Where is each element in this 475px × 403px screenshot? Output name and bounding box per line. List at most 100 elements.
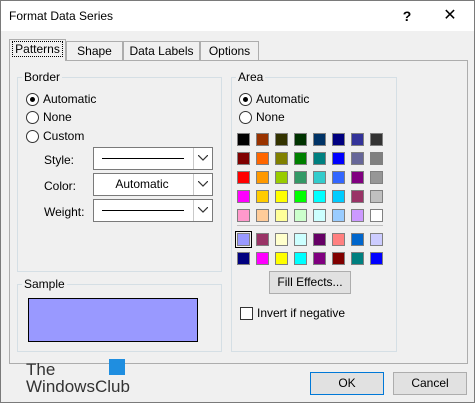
radio-indicator bbox=[26, 130, 39, 143]
color-swatch[interactable] bbox=[237, 252, 250, 265]
title-bar: Format Data Series ? ✕ bbox=[1, 1, 474, 31]
color-swatch[interactable] bbox=[370, 152, 383, 165]
color-swatch[interactable] bbox=[294, 171, 307, 184]
radio-indicator bbox=[239, 111, 252, 124]
color-swatch[interactable] bbox=[370, 190, 383, 203]
color-swatch[interactable] bbox=[313, 190, 326, 203]
area-group-title: Area bbox=[236, 70, 266, 84]
color-swatch[interactable] bbox=[256, 233, 269, 246]
color-swatch[interactable] bbox=[294, 152, 307, 165]
color-swatch[interactable] bbox=[332, 209, 345, 222]
color-value: Automatic bbox=[115, 177, 169, 191]
color-swatch[interactable] bbox=[351, 252, 364, 265]
line-style-preview bbox=[102, 158, 184, 159]
style-label: Style: bbox=[44, 153, 75, 167]
color-swatch[interactable] bbox=[313, 209, 326, 222]
color-swatch[interactable] bbox=[351, 133, 364, 146]
color-swatch[interactable] bbox=[332, 171, 345, 184]
color-swatch[interactable] bbox=[351, 171, 364, 184]
color-swatch[interactable] bbox=[237, 171, 250, 184]
color-swatch[interactable] bbox=[351, 209, 364, 222]
color-swatch[interactable] bbox=[256, 133, 269, 146]
windowsclub-logo-icon bbox=[109, 359, 125, 375]
cancel-button[interactable]: Cancel bbox=[393, 372, 467, 395]
chevron-down-icon[interactable] bbox=[193, 174, 212, 195]
area-automatic-label: Automatic bbox=[256, 92, 310, 106]
color-swatch[interactable] bbox=[275, 152, 288, 165]
color-swatch[interactable] bbox=[256, 171, 269, 184]
border-none-label: None bbox=[43, 110, 72, 124]
close-button[interactable]: ✕ bbox=[439, 5, 461, 27]
color-swatch[interactable] bbox=[332, 152, 345, 165]
logo-line2: WindowsClub bbox=[26, 377, 130, 396]
color-swatch[interactable] bbox=[237, 209, 250, 222]
weight-dropdown[interactable] bbox=[93, 199, 213, 222]
radio-indicator bbox=[26, 93, 39, 106]
tab-patterns-label: Patterns bbox=[12, 41, 63, 57]
color-swatch[interactable] bbox=[275, 190, 288, 203]
color-swatch[interactable] bbox=[294, 233, 307, 246]
sample-group-title: Sample bbox=[22, 277, 67, 291]
tab-options[interactable]: Options bbox=[200, 41, 259, 60]
line-weight-preview bbox=[102, 210, 184, 211]
palette-divider bbox=[237, 225, 383, 226]
window-title: Format Data Series bbox=[9, 9, 114, 23]
color-swatch[interactable] bbox=[256, 252, 269, 265]
sample-preview bbox=[28, 298, 198, 342]
color-swatch[interactable] bbox=[351, 190, 364, 203]
chevron-down-icon[interactable] bbox=[193, 200, 212, 221]
color-swatch[interactable] bbox=[351, 233, 364, 246]
color-swatch[interactable] bbox=[332, 233, 345, 246]
color-swatch[interactable] bbox=[237, 133, 250, 146]
color-swatch[interactable] bbox=[294, 252, 307, 265]
border-automatic-label: Automatic bbox=[43, 92, 97, 106]
help-button[interactable]: ? bbox=[396, 5, 418, 27]
checkbox-indicator bbox=[240, 307, 253, 320]
border-group-title: Border bbox=[22, 70, 63, 84]
dialog-window: Format Data Series ? ✕ Patterns Shape Da… bbox=[0, 0, 475, 403]
color-swatch[interactable] bbox=[275, 171, 288, 184]
color-swatch[interactable] bbox=[370, 171, 383, 184]
color-swatch[interactable] bbox=[313, 252, 326, 265]
color-swatch[interactable] bbox=[275, 133, 288, 146]
ok-button[interactable]: OK bbox=[310, 372, 384, 395]
color-swatch[interactable] bbox=[313, 152, 326, 165]
color-swatch[interactable] bbox=[313, 133, 326, 146]
color-swatch[interactable] bbox=[294, 190, 307, 203]
radio-indicator bbox=[26, 111, 39, 124]
color-swatch[interactable] bbox=[351, 152, 364, 165]
fill-effects-button[interactable]: Fill Effects... bbox=[269, 271, 351, 294]
color-swatch[interactable] bbox=[256, 209, 269, 222]
border-custom-label: Custom bbox=[43, 129, 85, 143]
tab-patterns[interactable]: Patterns bbox=[9, 39, 66, 61]
color-swatch[interactable] bbox=[294, 209, 307, 222]
color-swatch[interactable] bbox=[370, 133, 383, 146]
invert-if-negative-label: Invert if negative bbox=[257, 306, 346, 320]
style-dropdown[interactable] bbox=[93, 147, 213, 170]
color-swatch[interactable] bbox=[275, 209, 288, 222]
radio-indicator bbox=[239, 93, 252, 106]
color-swatch[interactable] bbox=[370, 252, 383, 265]
tab-data-labels[interactable]: Data Labels bbox=[123, 41, 200, 60]
color-swatch[interactable] bbox=[332, 190, 345, 203]
color-swatch[interactable] bbox=[332, 133, 345, 146]
color-swatch[interactable] bbox=[237, 190, 250, 203]
color-label: Color: bbox=[44, 179, 77, 193]
area-none-label: None bbox=[256, 110, 285, 124]
color-swatch[interactable] bbox=[294, 133, 307, 146]
color-swatch[interactable] bbox=[256, 190, 269, 203]
color-swatch[interactable] bbox=[275, 233, 288, 246]
color-swatch[interactable] bbox=[332, 252, 345, 265]
color-swatch[interactable] bbox=[313, 233, 326, 246]
color-swatch[interactable] bbox=[235, 231, 252, 248]
tab-shape[interactable]: Shape bbox=[66, 41, 123, 60]
color-swatch[interactable] bbox=[275, 252, 288, 265]
color-swatch[interactable] bbox=[237, 152, 250, 165]
color-swatch[interactable] bbox=[370, 233, 383, 246]
color-swatch[interactable] bbox=[370, 209, 383, 222]
color-swatch[interactable] bbox=[256, 152, 269, 165]
color-swatch[interactable] bbox=[313, 171, 326, 184]
weight-label: Weight: bbox=[44, 205, 85, 219]
chevron-down-icon[interactable] bbox=[193, 148, 212, 169]
color-dropdown[interactable]: Automatic bbox=[93, 173, 213, 196]
